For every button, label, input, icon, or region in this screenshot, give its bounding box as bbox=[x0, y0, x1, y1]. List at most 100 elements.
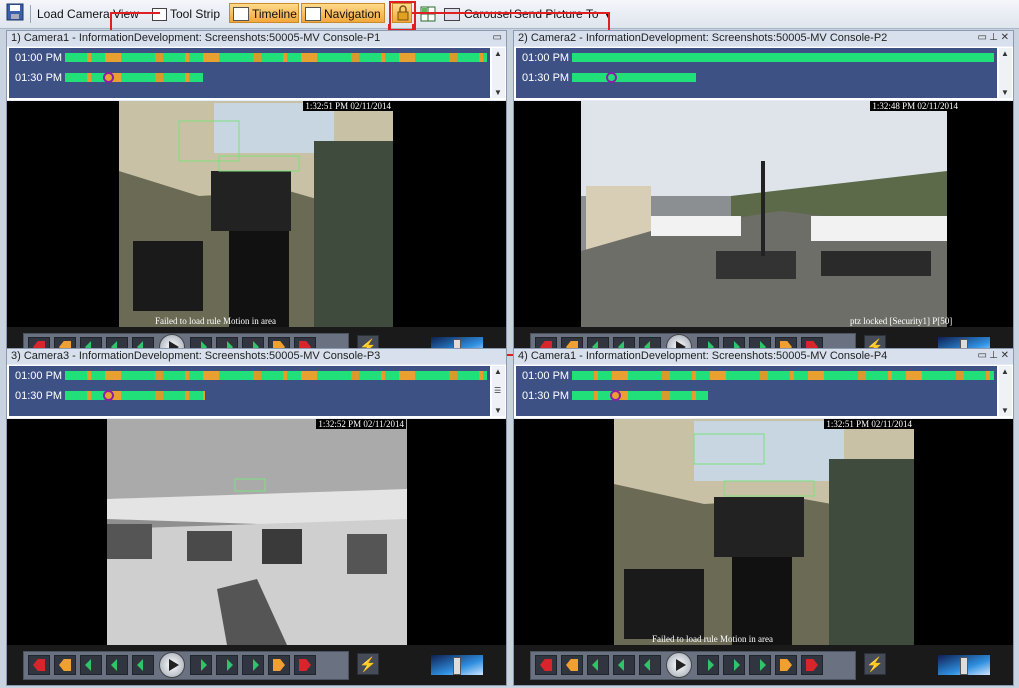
playback-position-marker[interactable] bbox=[610, 390, 621, 401]
annotation-line bbox=[412, 12, 610, 14]
panel-title: 1) Camera1 - InformationDevelopment: Scr… bbox=[7, 31, 506, 46]
send-picture-to-button[interactable]: Send Picture To ▼ bbox=[514, 3, 612, 25]
video-viewer[interactable]: 1:32:51 PM 02/11/2014 Failed to load rul… bbox=[514, 419, 1013, 645]
timeline-track[interactable]: 01:00 PM 01:30 PM bbox=[516, 366, 997, 416]
previous-event-button[interactable] bbox=[561, 655, 583, 675]
playback-position-marker[interactable] bbox=[103, 72, 114, 83]
camera-panel-2: 2) Camera2 - InformationDevelopment: Scr… bbox=[513, 30, 1014, 368]
next-event-button[interactable] bbox=[268, 655, 290, 675]
lightning-icon[interactable]: ⚡ bbox=[864, 653, 886, 675]
timeline-scrollbar[interactable]: ▲ ▼ bbox=[492, 48, 505, 98]
timeline-button[interactable]: Timeline bbox=[229, 3, 299, 23]
video-status-message: Failed to load rule Motion in area bbox=[652, 634, 773, 644]
skip-forward-button[interactable] bbox=[749, 655, 771, 675]
restore-icon[interactable]: ▭ bbox=[978, 350, 987, 362]
play-button[interactable] bbox=[159, 652, 185, 678]
step-forward-fast-button[interactable] bbox=[723, 655, 745, 675]
camera-video-frame bbox=[614, 419, 914, 645]
pin-icon[interactable]: ⊥ bbox=[989, 32, 998, 44]
camera-video-frame bbox=[119, 101, 393, 327]
main-toolbar: Load Camera View Tool Strip Timeline Nav… bbox=[0, 0, 1019, 31]
video-status-message: ptz locked [Security1] P[50] bbox=[850, 316, 953, 326]
next-alarm-button[interactable] bbox=[294, 655, 316, 675]
video-timestamp: 1:32:52 PM 02/11/2014 bbox=[316, 419, 406, 429]
timeline-recording-bar[interactable] bbox=[65, 371, 487, 380]
timeline-recording-bar[interactable] bbox=[572, 53, 994, 62]
video-timestamp: 1:32:51 PM 02/11/2014 bbox=[303, 101, 393, 111]
camera-video-frame bbox=[581, 101, 947, 327]
timeline-row-label: 01:00 PM bbox=[15, 370, 63, 382]
grid-icon[interactable] bbox=[420, 3, 436, 25]
timeline[interactable]: 01:00 PM 01:30 PM ▲ ☰ ▼ bbox=[7, 365, 506, 418]
playback-controls: ⚡ bbox=[7, 645, 506, 685]
panel-title: 3) Camera3 - InformationDevelopment: Scr… bbox=[7, 349, 506, 364]
timeline[interactable]: 01:00 PM 01:30 PM ▲ ▼ bbox=[7, 47, 506, 100]
video-timestamp: 1:32:51 PM 02/11/2014 bbox=[824, 419, 914, 429]
video-viewer[interactable]: 1:32:51 PM 02/11/2014 Failed to load rul… bbox=[7, 101, 506, 327]
send-picture-to-label: Send Picture To bbox=[514, 7, 599, 21]
close-icon[interactable]: ✕ bbox=[1001, 350, 1009, 362]
timeline-track[interactable]: 01:00 PM 01:30 PM bbox=[9, 366, 490, 416]
panel-title: 2) Camera2 - InformationDevelopment: Scr… bbox=[514, 31, 1013, 46]
timeline-scrollbar[interactable]: ▲ ▼ bbox=[999, 48, 1012, 98]
previous-alarm-button[interactable] bbox=[535, 655, 557, 675]
video-viewer[interactable]: 1:32:52 PM 02/11/2014 bbox=[7, 419, 506, 645]
carousel-button[interactable]: Carousel bbox=[444, 3, 512, 25]
skip-back-button[interactable] bbox=[80, 655, 102, 675]
timeline-recording-bar[interactable] bbox=[572, 371, 994, 380]
skip-forward-button[interactable] bbox=[242, 655, 264, 675]
navigation-button[interactable]: Navigation bbox=[301, 3, 385, 23]
navigation-icon bbox=[305, 7, 321, 21]
step-back-fast-button[interactable] bbox=[613, 655, 635, 675]
timeline-row-label: 01:30 PM bbox=[522, 72, 570, 84]
close-icon[interactable]: ✕ bbox=[1001, 32, 1009, 44]
timeline-scrollbar[interactable]: ▲ ☰ ▼ bbox=[492, 366, 505, 416]
timeline-track[interactable]: 01:00 PM 01:30 PM bbox=[9, 48, 490, 98]
step-back-fast-button[interactable] bbox=[106, 655, 128, 675]
next-alarm-button[interactable] bbox=[801, 655, 823, 675]
timeline-track[interactable]: 01:00 PM 01:30 PM bbox=[516, 48, 997, 98]
step-forward-fast-button[interactable] bbox=[216, 655, 238, 675]
next-event-button[interactable] bbox=[775, 655, 797, 675]
playback-position-marker[interactable] bbox=[606, 72, 617, 83]
camera-panel-4: 4) Camera1 - InformationDevelopment: Scr… bbox=[513, 348, 1014, 686]
timeline-scrollbar[interactable]: ▲ ▼ bbox=[999, 366, 1012, 416]
previous-alarm-button[interactable] bbox=[28, 655, 50, 675]
restore-icon[interactable]: ▭ bbox=[978, 32, 987, 44]
step-forward-button[interactable] bbox=[697, 655, 719, 675]
timeline[interactable]: 01:00 PM 01:30 PM ▲ ▼ bbox=[514, 47, 1013, 100]
video-timestamp: 1:32:48 PM 02/11/2014 bbox=[870, 101, 960, 111]
navigation-label: Navigation bbox=[324, 7, 381, 21]
load-camera-view-button[interactable]: Load Camera View bbox=[37, 3, 139, 25]
tool-strip-button[interactable]: Tool Strip bbox=[152, 3, 220, 25]
video-viewer[interactable]: 1:32:48 PM 02/11/2014 ptz locked [Securi… bbox=[514, 101, 1013, 327]
timeline-recording-bar[interactable] bbox=[65, 53, 487, 62]
play-button[interactable] bbox=[666, 652, 692, 678]
camera-video-frame bbox=[107, 419, 407, 645]
pin-icon[interactable]: ⊥ bbox=[989, 350, 998, 362]
timeline-recording-bar[interactable] bbox=[65, 73, 203, 82]
playback-controls: ⚡ bbox=[514, 645, 1013, 685]
step-back-button[interactable] bbox=[132, 655, 154, 675]
tool-strip-label: Tool Strip bbox=[170, 7, 221, 21]
step-back-button[interactable] bbox=[639, 655, 661, 675]
previous-event-button[interactable] bbox=[54, 655, 76, 675]
timeline-recording-bar[interactable] bbox=[65, 391, 205, 400]
timeline[interactable]: 01:00 PM 01:30 PM ▲ ▼ bbox=[514, 365, 1013, 418]
playback-button-bar bbox=[23, 651, 349, 680]
volume-slider[interactable] bbox=[431, 655, 483, 675]
skip-back-button[interactable] bbox=[587, 655, 609, 675]
save-icon[interactable] bbox=[6, 3, 24, 25]
maximize-icon[interactable]: ▭ bbox=[493, 32, 502, 44]
timeline-row-label: 01:00 PM bbox=[522, 370, 570, 382]
lightning-icon[interactable]: ⚡ bbox=[357, 653, 379, 675]
timeline-recording-bar[interactable] bbox=[572, 73, 696, 82]
panel-title: 4) Camera1 - InformationDevelopment: Scr… bbox=[514, 349, 1013, 364]
step-forward-button[interactable] bbox=[190, 655, 212, 675]
playback-position-marker[interactable] bbox=[103, 390, 114, 401]
carousel-label: Carousel bbox=[464, 7, 513, 21]
volume-slider[interactable] bbox=[938, 655, 990, 675]
timeline-recording-bar[interactable] bbox=[572, 391, 708, 400]
tool-strip-icon bbox=[152, 8, 167, 21]
video-status-message: Failed to load rule Motion in area bbox=[155, 316, 276, 326]
